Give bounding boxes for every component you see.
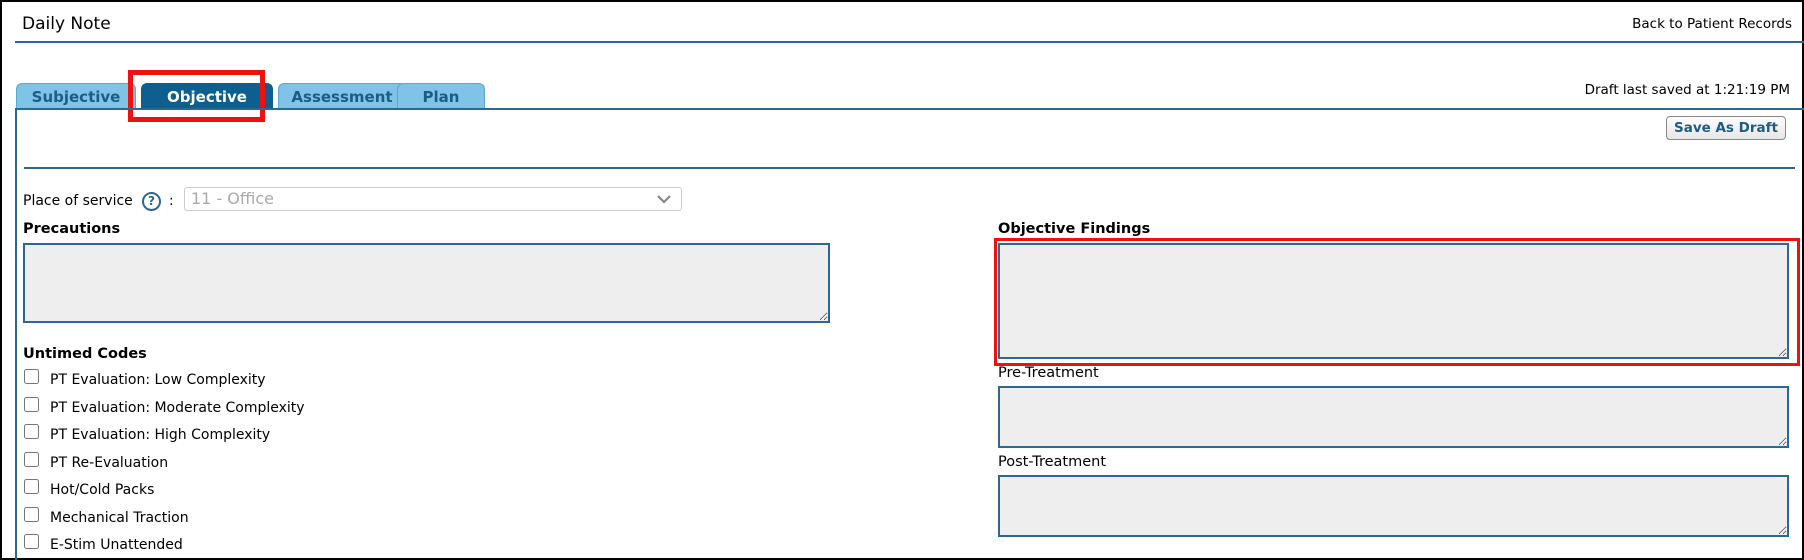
draft-saved-status: Draft last saved at 1:21:19 PM: [1584, 82, 1790, 98]
pre-treatment-label: Pre-Treatment: [998, 365, 1099, 381]
place-of-service-label: Place of service: [23, 193, 133, 209]
objective-findings-label: Objective Findings: [998, 221, 1151, 237]
panel-divider: [24, 167, 1795, 169]
hot-cold-packs-checkbox[interactable]: [24, 479, 39, 494]
untimed-code-label: PT Evaluation: Low Complexity: [50, 372, 266, 388]
place-of-service-colon: :: [169, 193, 174, 209]
back-to-patient-records-link[interactable]: Back to Patient Records: [1632, 16, 1792, 32]
tab-assessment[interactable]: Assessment: [278, 83, 406, 109]
e-stim-unattended-checkbox[interactable]: [24, 534, 39, 549]
pre-treatment-textarea[interactable]: [998, 386, 1789, 448]
pt-re-evaluation-checkbox[interactable]: [24, 452, 39, 467]
pt-eval-low-checkbox[interactable]: [24, 369, 39, 384]
precautions-textarea[interactable]: [23, 243, 830, 323]
pt-eval-high-checkbox[interactable]: [24, 424, 39, 439]
post-treatment-label: Post-Treatment: [998, 454, 1107, 470]
mechanical-traction-checkbox[interactable]: [24, 507, 39, 522]
page-title: Daily Note: [22, 14, 111, 34]
untimed-code-label: PT Evaluation: High Complexity: [50, 427, 271, 443]
place-of-service-select[interactable]: 11 - Office: [184, 187, 682, 211]
untimed-code-label: PT Evaluation: Moderate Complexity: [50, 400, 305, 416]
untimed-codes-label: Untimed Codes: [23, 346, 147, 362]
save-as-draft-button[interactable]: Save As Draft: [1666, 116, 1786, 140]
untimed-code-label: PT Re-Evaluation: [50, 455, 169, 471]
objective-findings-textarea[interactable]: [998, 243, 1789, 359]
untimed-code-label: E-Stim Unattended: [50, 537, 183, 553]
tab-plan[interactable]: Plan: [397, 83, 485, 109]
chevron-down-icon: [655, 188, 673, 217]
precautions-label: Precautions: [23, 221, 121, 237]
post-treatment-textarea[interactable]: [998, 475, 1789, 537]
untimed-code-label: Mechanical Traction: [50, 510, 189, 526]
help-icon[interactable]: ?: [142, 192, 161, 211]
untimed-code-label: Hot/Cold Packs: [50, 482, 155, 498]
tab-objective[interactable]: Objective: [141, 83, 273, 109]
pt-eval-moderate-checkbox[interactable]: [24, 397, 39, 412]
place-of-service-value: 11 - Office: [191, 189, 275, 208]
tab-subjective[interactable]: Subjective: [16, 83, 136, 109]
header-divider: [15, 41, 1804, 43]
